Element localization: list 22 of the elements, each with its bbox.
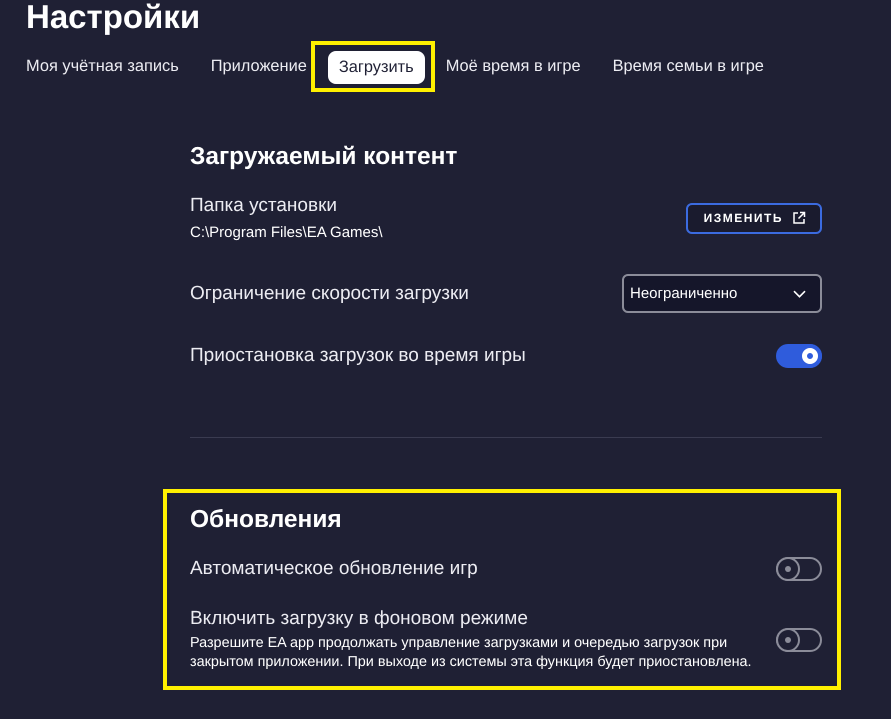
dropdown[interactable]: Неограниченно — [622, 274, 822, 313]
tab[interactable]: Моя учётная запись — [15, 50, 190, 83]
toggle-switch[interactable] — [776, 557, 822, 581]
setting-description: Разрешите EA app продолжать управление загрузками и очередью загрузок при закрытом приложении. При выходе из системы эта функция будет приостановлена. — [190, 634, 753, 672]
section-title: Обновления — [190, 505, 343, 535]
change-button[interactable]: ИЗМЕНИТЬ — [686, 202, 822, 234]
setting-label: Автоматическое обновление игр — [190, 557, 479, 581]
setting-label: Папка установки — [190, 194, 338, 218]
page-title: Настройки — [26, 0, 202, 34]
folder-path: C:\Program Files\EA Games\ — [190, 223, 384, 242]
toggle-switch[interactable] — [776, 628, 822, 652]
setting-label: Приостановка загрузок во время игры — [190, 344, 527, 368]
external-link-icon — [792, 211, 806, 225]
setting-label: Включить загрузку в фоновом режиме — [190, 607, 529, 631]
section-title: Загружаемый контент — [190, 142, 458, 172]
setting-label: Ограничение скорости загрузки — [190, 282, 470, 306]
toggle-switch[interactable] — [776, 344, 822, 368]
tab[interactable]: Загрузить — [328, 51, 425, 84]
chevron-down-icon — [793, 290, 806, 298]
tab[interactable]: Приложение — [200, 50, 318, 83]
tab[interactable]: Моё время в игре — [434, 50, 592, 83]
tab[interactable]: Время семьи в игре — [602, 50, 775, 83]
